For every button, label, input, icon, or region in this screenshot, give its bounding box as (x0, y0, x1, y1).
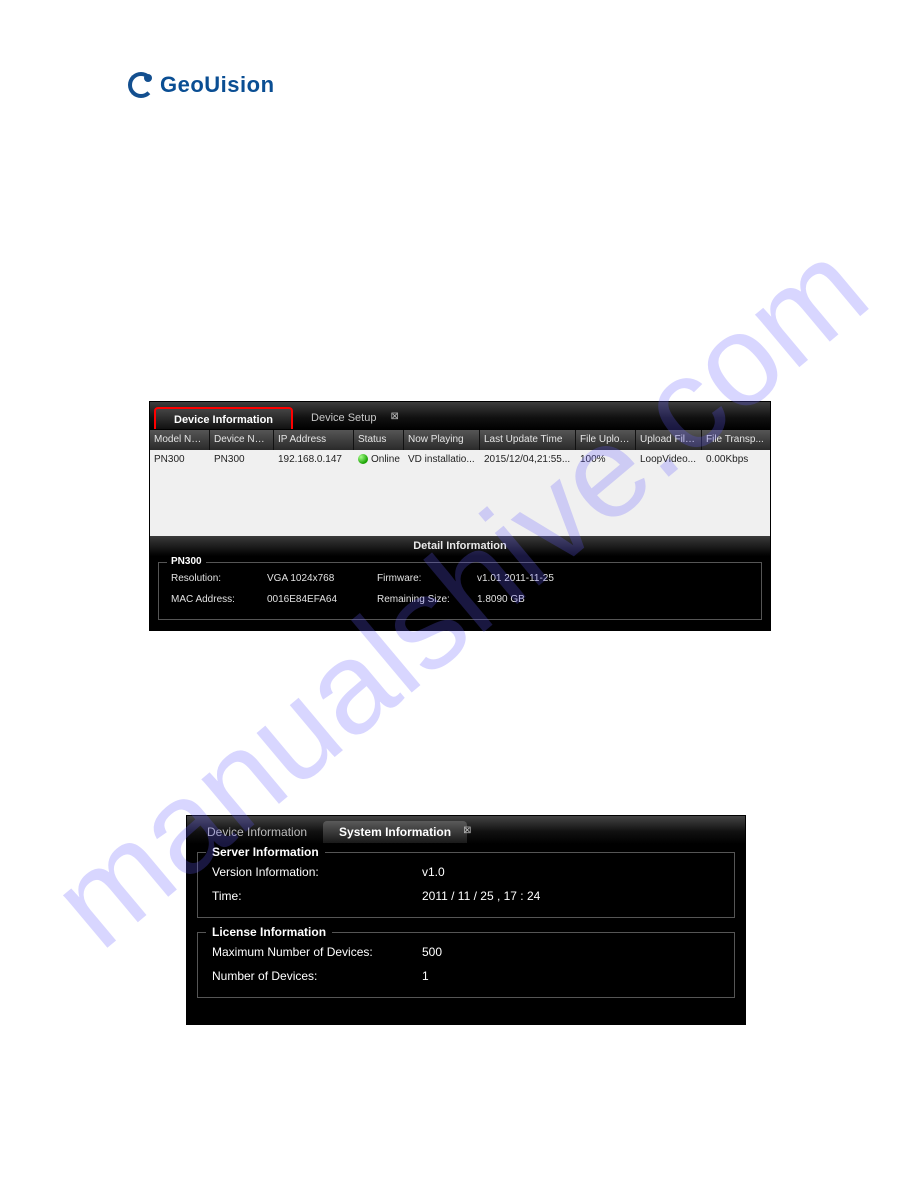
col-file-upload-progress[interactable]: File Uploa... (576, 430, 636, 450)
max-devices-label: Maximum Number of Devices: (212, 945, 422, 959)
device-information-panel: Device Information Device Setup ⊠ Model … (149, 401, 771, 631)
remaining-size-label: Remaining Size: (377, 594, 467, 605)
cell-ip-address: 192.168.0.147 (274, 450, 354, 470)
detail-information-header: Detail Information (150, 536, 770, 556)
number-of-devices-label: Number of Devices: (212, 969, 422, 983)
col-model-name[interactable]: Model Name (150, 430, 210, 450)
resolution-label: Resolution: (171, 573, 257, 584)
time-value: 2011 / 11 / 25 , 17 : 24 (422, 889, 540, 903)
col-file-transfer[interactable]: File Transp... (702, 430, 768, 450)
table-empty-area (150, 470, 770, 536)
col-upload-file[interactable]: Upload File... (636, 430, 702, 450)
cell-device-name: PN300 (210, 450, 274, 470)
version-information-value: v1.0 (422, 865, 445, 879)
brand-logo: GeoUision (128, 72, 275, 98)
remaining-size-value: 1.8090 GB (477, 594, 749, 605)
max-devices-value: 500 (422, 945, 442, 959)
col-now-playing[interactable]: Now Playing (404, 430, 480, 450)
license-information-legend: License Information (206, 925, 332, 939)
cell-model-name: PN300 (150, 450, 210, 470)
mac-address-label: MAC Address: (171, 594, 257, 605)
resolution-value: VGA 1024x768 (267, 573, 367, 584)
detail-legend: PN300 (167, 556, 206, 567)
col-status[interactable]: Status (354, 430, 404, 450)
cell-last-update: 2015/12/04,21:55... (480, 450, 576, 470)
tab-system-information[interactable]: System Information (323, 821, 467, 843)
col-last-update[interactable]: Last Update Time (480, 430, 576, 450)
mac-address-value: 0016E84EFA64 (267, 594, 367, 605)
status-text: Online (371, 454, 400, 465)
tab-device-information-2[interactable]: Device Information (191, 821, 323, 843)
col-device-name[interactable]: Device Name (210, 430, 274, 450)
online-status-icon (358, 454, 368, 464)
license-information-fieldset: License Information Maximum Number of De… (197, 932, 735, 998)
system-information-panel: Device Information System Information ⊠ … (186, 815, 746, 1025)
panel2-body: Server Information Version Information: … (187, 844, 745, 1024)
number-of-devices-value: 1 (422, 969, 429, 983)
tab-device-information[interactable]: Device Information (154, 407, 293, 429)
panel2-tabbar: Device Information System Information ⊠ (187, 816, 745, 844)
server-information-legend: Server Information (206, 845, 325, 859)
time-label: Time: (212, 889, 422, 903)
cell-upload-file: LoopVideo... (636, 450, 702, 470)
col-ip-address[interactable]: IP Address (274, 430, 354, 450)
logo-text: GeoUision (160, 72, 275, 98)
firmware-label: Firmware: (377, 573, 467, 584)
close-icon[interactable]: ⊠ (463, 825, 471, 836)
cell-file-upload-progress: 100% (576, 450, 636, 470)
cell-now-playing: VD installatio... (404, 450, 480, 470)
tab-device-setup[interactable]: Device Setup (293, 407, 394, 429)
server-information-fieldset: Server Information Version Information: … (197, 852, 735, 918)
version-information-label: Version Information: (212, 865, 422, 879)
logo-swirl-icon (128, 72, 154, 98)
table-row[interactable]: PN300 PN300 192.168.0.147 Online VD inst… (150, 450, 770, 470)
close-icon[interactable]: ⊠ (390, 411, 398, 422)
device-table-header: Model Name Device Name IP Address Status… (150, 430, 770, 450)
firmware-value: v1.01 2011-11-25 (477, 573, 749, 584)
cell-file-transfer: 0.00Kbps (702, 450, 768, 470)
panel1-tabbar: Device Information Device Setup ⊠ (150, 402, 770, 430)
cell-status: Online (354, 450, 404, 470)
detail-fieldset: PN300 Resolution: VGA 1024x768 Firmware:… (158, 562, 762, 620)
